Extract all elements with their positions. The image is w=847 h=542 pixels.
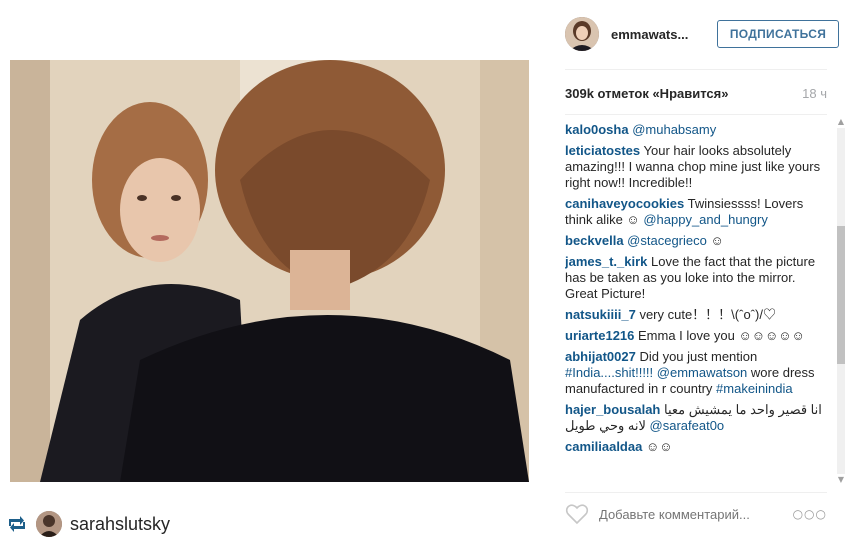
comment-item: abhijat0027 Did you just mention #India.… [565,349,827,397]
repost-attribution: sarahslutsky [6,509,170,539]
likes-count[interactable]: 309k отметок «Нравится» [565,86,728,101]
comment-mention[interactable]: @happy_and_hungry [643,212,768,227]
comment-username[interactable]: canihaveyocookies [565,196,684,211]
comment-bar: ○○○ [565,500,827,528]
comment-hashtag[interactable]: #makeinindia [716,381,793,396]
comment-username[interactable]: uriarte1216 [565,328,634,343]
post-photo-area [0,0,547,500]
comment-username[interactable]: beckvella [565,233,624,248]
comment-username[interactable]: camiliaaldaa [565,439,642,454]
scroll-down-arrow-icon[interactable]: ▼ [837,476,845,484]
scroll-thumb[interactable] [837,226,845,364]
comment-item: natsukiiii_7 very cute！！！\(ˆoˆ)/♡ [565,307,827,323]
author-username[interactable]: emmawats... [611,27,706,42]
comment-username[interactable]: james_t._kirk [565,254,647,269]
comment-item: canihaveyocookies Twinsiessss! Lovers th… [565,196,827,228]
comment-text: Did you just mention [639,349,758,364]
comment-item: kalo0osha @muhabsamy [565,122,827,138]
more-options-icon[interactable]: ○○○ [793,507,827,521]
comment-item: hajer_bousalah انا قصير واحد ما يمشيش مع… [565,402,827,434]
heart-icon[interactable] [565,503,589,525]
repost-username[interactable]: sarahslutsky [70,514,170,535]
comment-input[interactable] [599,506,781,522]
comment-mention[interactable]: @muhabsamy [632,122,716,137]
comment-mention[interactable]: @sarafeat0o [650,418,725,433]
comment-item: uriarte1216 Emma I love you ☺☺☺☺☺ [565,328,827,344]
post-photo[interactable] [10,60,529,482]
comment-username[interactable]: leticiatostes [565,143,640,158]
comment-mention[interactable]: @stacegrieco [627,233,707,248]
comment-text: very cute！！！\(ˆoˆ)/♡ [639,307,776,322]
comments-scrollbar[interactable]: ▲ ▼ [835,116,847,486]
comment-text: ☺☺ [645,439,673,454]
comment-username[interactable]: kalo0osha [565,122,629,137]
scroll-up-arrow-icon[interactable]: ▲ [837,118,845,126]
comment-item: camiliaaldaa ☺☺ [565,439,827,455]
divider [565,69,827,70]
divider [565,114,827,115]
comments-list: kalo0osha @muhabsamy leticiatostes Your … [565,122,827,484]
author-avatar[interactable] [565,17,599,51]
comment-username[interactable]: natsukiiii_7 [565,307,636,322]
comment-item: leticiatostes Your hair looks absolutely… [565,143,827,191]
post-side-panel: emmawats... ПОДПИСАТЬСЯ 309k отметок «Нр… [547,0,847,542]
comment-text: Emma I love you ☺☺☺☺☺ [638,328,805,343]
post-header: emmawats... ПОДПИСАТЬСЯ [565,14,843,54]
post-stats: 309k отметок «Нравится» 18 ч [565,86,827,101]
comment-hashtag[interactable]: #India....shit!!!!! [565,365,653,380]
comment-item: beckvella @stacegrieco ☺ [565,233,827,249]
comment-username[interactable]: hajer_bousalah [565,402,660,417]
repost-icon [6,513,28,535]
scroll-track[interactable] [837,128,845,474]
comment-item: james_t._kirk Love the fact that the pic… [565,254,827,302]
comment-username[interactable]: abhijat0027 [565,349,636,364]
comment-text: ☺ [706,233,724,248]
post-time[interactable]: 18 ч [802,86,827,101]
mirror-portrait-image [10,60,529,482]
repost-user-avatar[interactable] [36,511,62,537]
comment-mention[interactable]: @emmawatson [657,365,748,380]
divider [565,492,827,493]
follow-button[interactable]: ПОДПИСАТЬСЯ [717,20,839,48]
